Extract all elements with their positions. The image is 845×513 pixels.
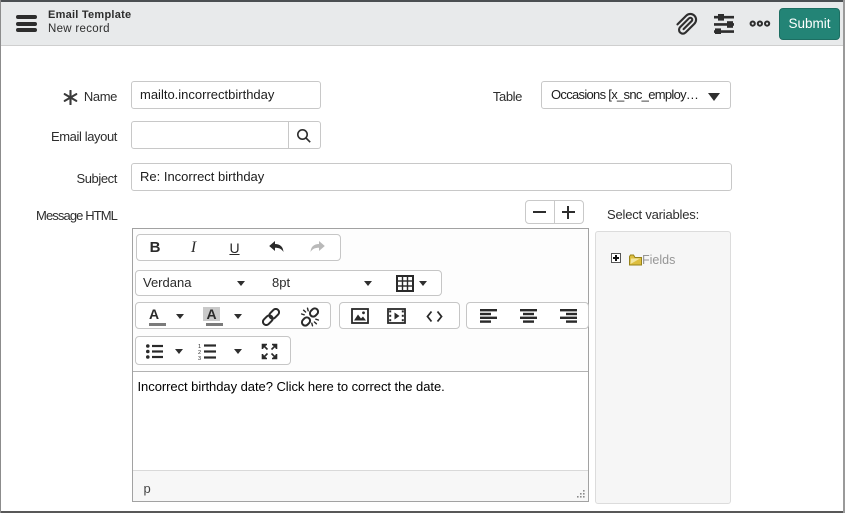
svg-text:3: 3 [198,356,201,360]
